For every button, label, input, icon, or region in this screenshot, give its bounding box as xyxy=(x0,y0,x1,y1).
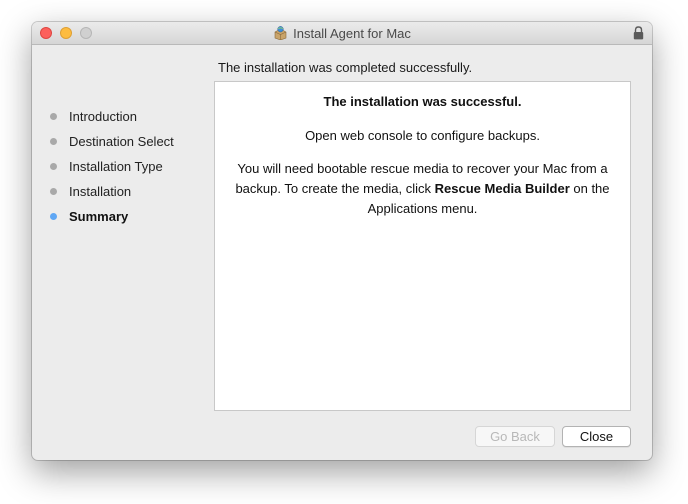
step-bullet-icon xyxy=(50,113,57,120)
step-label: Installation xyxy=(69,184,132,199)
sidebar-step-installation-type: Installation Type xyxy=(50,154,174,179)
step-bullet-icon xyxy=(50,188,57,195)
sidebar-step-introduction: Introduction xyxy=(50,104,174,129)
step-bullet-active-icon xyxy=(50,213,57,220)
web-console-message: Open web console to configure backups. xyxy=(305,128,540,143)
rescue-media-message: You will need bootable rescue media to r… xyxy=(231,159,614,219)
step-label: Summary xyxy=(69,209,129,224)
window-title: Install Agent for Mac xyxy=(293,25,411,41)
step-label: Installation Type xyxy=(69,159,163,174)
installer-steps-sidebar: Introduction Destination Select Installa… xyxy=(50,104,174,229)
sidebar-step-summary: Summary xyxy=(50,204,174,229)
success-headline: The installation was successful. xyxy=(323,94,522,109)
summary-content-panel: The installation was successful. Open we… xyxy=(214,81,631,411)
go-back-button[interactable]: Go Back xyxy=(475,426,555,447)
installer-window: Install Agent for Mac The installation w… xyxy=(32,22,652,460)
title-bar[interactable]: Install Agent for Mac xyxy=(32,22,652,45)
sidebar-step-destination-select: Destination Select xyxy=(50,129,174,154)
window-title-group: Install Agent for Mac xyxy=(32,22,652,44)
lock-icon xyxy=(633,26,644,40)
step-label: Destination Select xyxy=(69,134,174,149)
step-label: Introduction xyxy=(69,109,137,124)
installer-package-icon xyxy=(274,26,287,40)
close-button[interactable]: Close xyxy=(562,426,631,447)
sidebar-step-installation: Installation xyxy=(50,179,174,204)
installation-status-heading: The installation was completed successfu… xyxy=(218,60,473,75)
rescue-media-builder-name: Rescue Media Builder xyxy=(434,181,570,196)
step-bullet-icon xyxy=(50,163,57,170)
step-bullet-icon xyxy=(50,138,57,145)
